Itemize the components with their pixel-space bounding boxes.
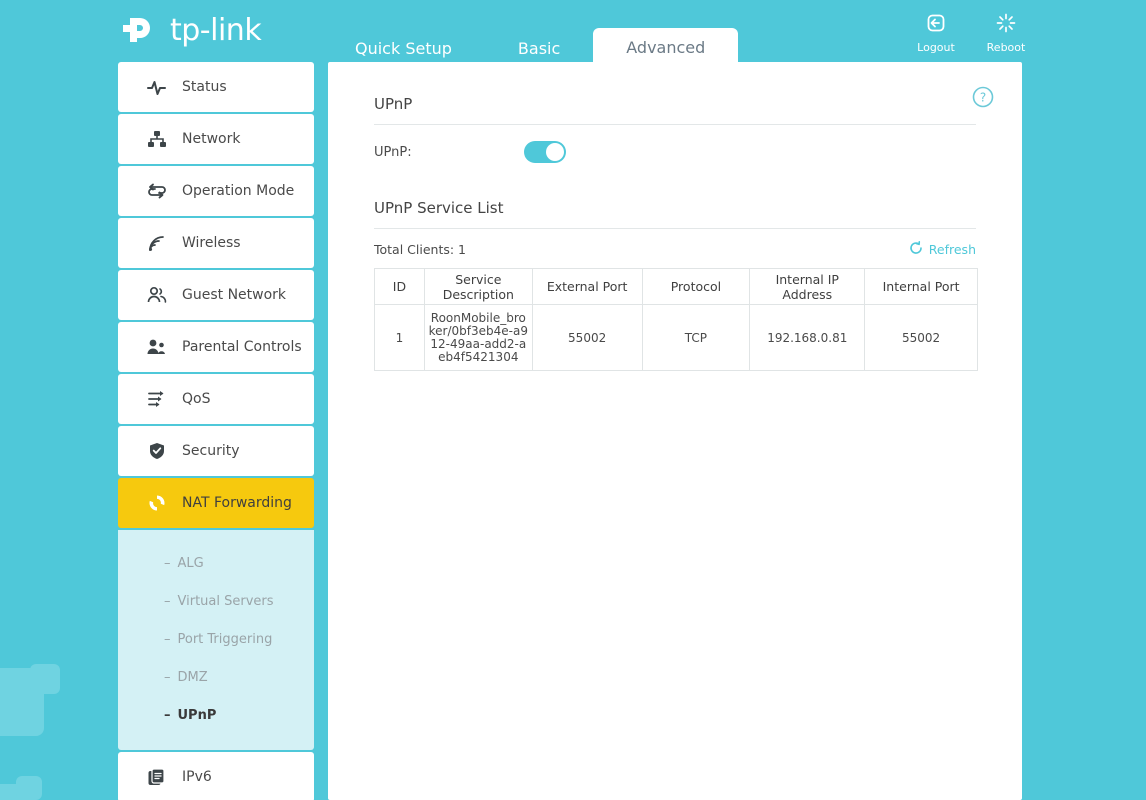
submenu-item-upnp[interactable]: – UPnP <box>118 696 314 734</box>
nat-circular-icon <box>144 491 170 515</box>
upnp-section-title: UPnP <box>374 95 413 113</box>
table-header-row: ID Service Description External Port Pro… <box>374 268 978 305</box>
upnp-field-label: UPnP: <box>374 144 412 160</box>
tab-basic[interactable]: Basic <box>485 30 593 68</box>
sidebar-item-qos[interactable]: QoS <box>118 374 314 424</box>
cell-internal-port: 55002 <box>864 304 978 371</box>
sidebar-item-network[interactable]: Network <box>118 114 314 164</box>
toggle-knob <box>546 143 564 161</box>
qos-arrows-icon <box>144 387 170 411</box>
refresh-icon <box>909 241 923 258</box>
sidebar-item-label: Security <box>182 443 240 459</box>
upnp-toggle-switch[interactable] <box>524 141 566 163</box>
pulse-icon <box>144 75 170 99</box>
users-icon <box>144 283 170 307</box>
tp-link-wordmark: tp-link <box>170 12 262 48</box>
reboot-label: Reboot <box>986 41 1026 54</box>
section-divider <box>374 228 976 229</box>
decorative-shape <box>16 776 42 800</box>
upnp-service-table: ID Service Description External Port Pro… <box>374 268 978 371</box>
total-clients-label: Total Clients: 1 <box>374 242 467 257</box>
submenu-item-label: Port Triggering <box>177 631 273 647</box>
upnp-toggle-row: UPnP: <box>374 138 566 166</box>
tp-link-logo: tp-link <box>118 8 262 52</box>
sidebar-item-operation-mode[interactable]: Operation Mode <box>118 166 314 216</box>
sidebar-item-wireless[interactable]: Wireless <box>118 218 314 268</box>
sidebar-item-label: Network <box>182 131 241 147</box>
dash-marker: – <box>164 707 171 723</box>
sidebar-item-label: IPv6 <box>182 769 212 785</box>
sidebar-item-security[interactable]: Security <box>118 426 314 476</box>
sidebar-item-label: Operation Mode <box>182 183 295 199</box>
nat-forwarding-submenu: – ALG – Virtual Servers – Port Triggerin… <box>118 530 314 750</box>
document-icon <box>144 765 170 789</box>
help-icon[interactable]: ? <box>972 86 994 108</box>
section-divider <box>374 124 976 125</box>
sidebar-item-label: Parental Controls <box>182 339 302 355</box>
cell-service-description: RoonMobile_broker/0bf3eb4e-a912-49aa-add… <box>423 304 533 371</box>
submenu-item-alg[interactable]: – ALG <box>118 544 314 582</box>
sidebar-item-label: Guest Network <box>182 287 287 303</box>
column-header-external-port: External Port <box>531 268 643 305</box>
network-tree-icon <box>144 127 170 151</box>
logout-label: Logout <box>917 41 955 54</box>
shield-check-icon <box>144 439 170 463</box>
submenu-item-dmz[interactable]: – DMZ <box>118 658 314 696</box>
logout-button[interactable]: Logout <box>914 12 958 54</box>
column-header-internal-ip: Internal IP Address <box>749 268 866 305</box>
header-actions: Logout Reboot <box>914 12 1028 54</box>
reboot-button[interactable]: Reboot <box>984 12 1028 54</box>
submenu-item-label: UPnP <box>177 707 217 723</box>
submenu-item-virtual-servers[interactable]: – Virtual Servers <box>118 582 314 620</box>
tp-link-logo-icon <box>118 8 162 52</box>
tab-quick-setup[interactable]: Quick Setup <box>322 30 485 68</box>
dash-marker: – <box>164 555 171 571</box>
cell-protocol: TCP <box>641 304 751 371</box>
decorative-shape <box>30 664 60 694</box>
reboot-icon <box>995 12 1017 38</box>
submenu-item-port-triggering[interactable]: – Port Triggering <box>118 620 314 658</box>
submenu-item-label: Virtual Servers <box>177 593 274 609</box>
loop-arrows-icon <box>144 179 170 203</box>
refresh-button[interactable]: Refresh <box>909 241 976 258</box>
sidebar-item-guest-network[interactable]: Guest Network <box>118 270 314 320</box>
tab-advanced[interactable]: Advanced <box>593 28 739 68</box>
upnp-service-list-title: UPnP Service List <box>374 199 504 217</box>
parental-icon <box>144 335 170 359</box>
column-header-id: ID <box>374 268 425 305</box>
sidebar-item-label: NAT Forwarding <box>182 495 292 511</box>
submenu-item-label: DMZ <box>177 669 208 685</box>
sidebar-item-label: QoS <box>182 391 211 407</box>
main-content-panel: ? UPnP UPnP: UPnP Service List Total Cli… <box>328 62 1022 800</box>
main-tabs: Quick Setup Basic Advanced <box>322 0 739 68</box>
submenu-item-label: ALG <box>177 555 204 571</box>
column-header-protocol: Protocol <box>641 268 751 305</box>
cell-external-port: 55002 <box>531 304 643 371</box>
dash-marker: – <box>164 631 171 647</box>
logout-icon <box>925 12 947 38</box>
service-list-meta: Total Clients: 1 Refresh <box>374 241 976 258</box>
column-header-internal-port: Internal Port <box>864 268 978 305</box>
app-header: tp-link Quick Setup Basic Advanced Logou… <box>0 0 1146 68</box>
svg-text:?: ? <box>980 91 986 105</box>
cell-internal-ip: 192.168.0.81 <box>749 304 866 371</box>
sidebar-item-label: Status <box>182 79 227 95</box>
sidebar-nav: Status Network Operation Mode Wireless G… <box>118 62 314 800</box>
sidebar-item-nat-forwarding[interactable]: NAT Forwarding <box>118 478 314 528</box>
sidebar-item-ipv6[interactable]: IPv6 <box>118 752 314 800</box>
refresh-label: Refresh <box>928 242 976 257</box>
sidebar-item-parental-controls[interactable]: Parental Controls <box>118 322 314 372</box>
dash-marker: – <box>164 669 171 685</box>
sidebar-item-status[interactable]: Status <box>118 62 314 112</box>
dash-marker: – <box>164 593 171 609</box>
wifi-icon <box>144 231 170 255</box>
sidebar-item-label: Wireless <box>182 235 241 251</box>
table-row: 1 RoonMobile_broker/0bf3eb4e-a912-49aa-a… <box>374 304 978 371</box>
column-header-service-description: Service Description <box>423 268 533 305</box>
cell-id: 1 <box>374 304 425 371</box>
